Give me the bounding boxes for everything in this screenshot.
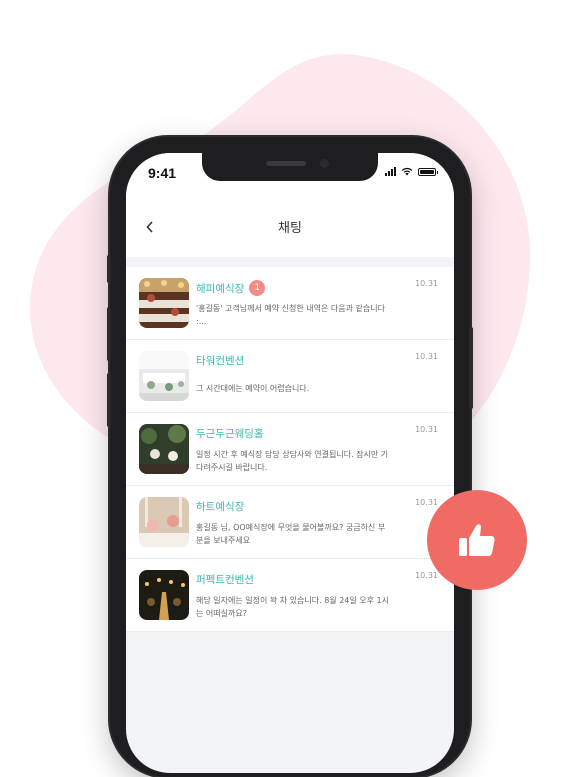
chat-thumbnail bbox=[139, 497, 189, 547]
signal-icon bbox=[385, 167, 396, 176]
chat-name: 해피예식장 bbox=[196, 282, 245, 295]
chat-thumbnail bbox=[139, 351, 189, 401]
chat-thumbnail bbox=[139, 570, 189, 620]
chat-date: 10.31 bbox=[415, 279, 438, 288]
chat-preview: '홍길동' 고객님께서 예약 신청한 내역은 다음과 같습니다 :... bbox=[196, 304, 385, 326]
chat-thumbnail bbox=[139, 424, 189, 474]
chat-name-row: 퍼펙트컨벤션 bbox=[196, 572, 254, 587]
chat-name-row: 해피예식장 1 bbox=[196, 280, 266, 296]
phone-frame: 9:41 채팅 해피예식장 1 '홍길동' 고객님께서 예약 신청한 내역은 다… bbox=[107, 137, 473, 777]
status-time: 9:41 bbox=[148, 165, 177, 181]
chat-thumbnail bbox=[139, 278, 189, 328]
thumbs-up-icon bbox=[459, 524, 495, 556]
chat-preview: 홍길동 님, OO예식장에 무엇을 물어볼까요? 궁금하신 부분을 보내주세요 bbox=[196, 523, 386, 545]
chat-date: 10.31 bbox=[415, 425, 438, 434]
header-bar: 채팅 bbox=[126, 197, 454, 257]
chat-item-heart[interactable]: 하트예식장 홍길동 님, OO예식장에 무엇을 물어볼까요? 궁금하신 부분을 … bbox=[126, 486, 454, 559]
chat-item-dugeun[interactable]: 두근두근웨딩홀 일정 시간 후 예식장 담당 상담사와 연결됩니다. 잠시만 기… bbox=[126, 413, 454, 486]
status-icons bbox=[385, 167, 438, 176]
unread-badge: 1 bbox=[249, 280, 266, 296]
chat-list: 해피예식장 1 '홍길동' 고객님께서 예약 신청한 내역은 다음과 같습니다 … bbox=[126, 257, 454, 632]
chat-item-tower[interactable]: 타워컨벤션 그 시간대에는 예약이 어렵습니다. 10.31 bbox=[126, 340, 454, 413]
like-button[interactable] bbox=[427, 490, 527, 590]
chat-name: 타워컨벤션 bbox=[196, 355, 245, 367]
chat-name-row: 두근두근웨딩홀 bbox=[196, 426, 264, 441]
chat-name-row: 타워컨벤션 bbox=[196, 353, 244, 368]
chat-preview: 일정 시간 후 예식장 담당 상담사와 연결됩니다. 잠시만 기다려주시길 바랍… bbox=[196, 450, 389, 472]
chat-date: 10.31 bbox=[415, 498, 438, 507]
chat-name-row: 하트예식장 bbox=[196, 499, 244, 514]
chat-preview: 해당 일자에는 일정이 꽉 차 있습니다. 8월 24일 오후 1시는 어떠실까… bbox=[196, 596, 389, 618]
page-title: 채팅 bbox=[278, 221, 302, 236]
notch bbox=[202, 153, 378, 181]
power-button bbox=[469, 327, 473, 409]
front-camera bbox=[320, 159, 329, 168]
speaker bbox=[266, 161, 306, 166]
chat-name: 두근두근웨딩홀 bbox=[196, 428, 264, 440]
chat-name: 퍼펙트컨벤션 bbox=[196, 574, 254, 586]
wifi-icon bbox=[401, 167, 413, 176]
silent-switch bbox=[107, 255, 111, 283]
chat-item-happy[interactable]: 해피예식장 1 '홍길동' 고객님께서 예약 신청한 내역은 다음과 같습니다 … bbox=[126, 267, 454, 340]
phone-screen: 9:41 채팅 해피예식장 1 '홍길동' 고객님께서 예약 신청한 내역은 다… bbox=[126, 153, 454, 773]
volume-down-button bbox=[107, 373, 111, 427]
list-spacer bbox=[126, 257, 454, 267]
chat-date: 10.31 bbox=[415, 352, 438, 361]
chat-name: 하트예식장 bbox=[196, 501, 245, 513]
chat-date: 10.31 bbox=[415, 571, 438, 580]
chat-item-perfect[interactable]: 퍼펙트컨벤션 해당 일자에는 일정이 꽉 차 있습니다. 8월 24일 오후 1… bbox=[126, 559, 454, 632]
volume-up-button bbox=[107, 307, 111, 361]
chat-preview: 그 시간대에는 예약이 어렵습니다. bbox=[196, 384, 310, 393]
battery-icon bbox=[418, 167, 438, 176]
